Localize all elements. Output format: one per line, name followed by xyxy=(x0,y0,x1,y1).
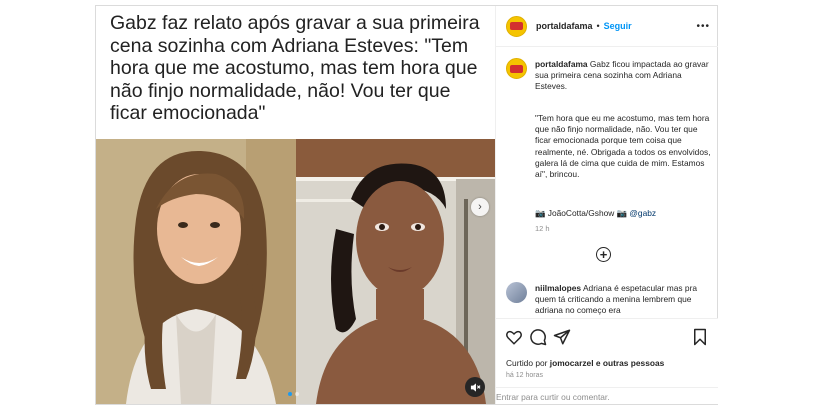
caption-quote: "Tem hora que eu me acostumo, mas tem ho… xyxy=(535,113,711,180)
plus-circle-icon: + xyxy=(599,247,608,262)
speaker-muted-icon xyxy=(470,382,480,392)
post-side-panel: portaldafama • Seguir ••• portaldafama G… xyxy=(495,6,718,404)
post-actions: Curtido por jomocarzel e outras pessoas … xyxy=(496,318,718,404)
more-options-icon[interactable]: ••• xyxy=(696,21,710,32)
header-username[interactable]: portaldafama xyxy=(536,21,593,31)
commenter-avatar[interactable] xyxy=(506,282,527,303)
caption-avatar[interactable] xyxy=(506,58,527,79)
carousel-next-button[interactable]: › xyxy=(471,198,489,216)
bookmark-icon[interactable] xyxy=(691,328,709,346)
liked-user-link[interactable]: jomocarzel xyxy=(550,358,594,368)
carousel-dot xyxy=(295,392,299,396)
load-more-comments-button[interactable]: + xyxy=(596,247,611,262)
credit-text: 📷 JoãoCotta/Gshow 📷 xyxy=(535,208,628,218)
liked-by-text: Curtido por jomocarzel e outras pessoas xyxy=(506,358,664,368)
post-header: portaldafama • Seguir ••• xyxy=(496,6,718,47)
audio-toggle-button[interactable] xyxy=(465,377,485,397)
liked-others-link[interactable]: e outras pessoas xyxy=(596,358,664,368)
header-separator: • xyxy=(596,21,600,31)
portrait-illustration-left xyxy=(96,139,296,404)
post-timestamp: há 12 horas xyxy=(506,372,543,379)
caption-text: portaldafama Gabz ficou impactada ao gra… xyxy=(535,59,711,93)
comment-bubble-icon[interactable] xyxy=(529,328,547,346)
photo-adriana-esteves xyxy=(96,139,296,404)
chevron-right-icon: › xyxy=(478,201,482,213)
caption-username[interactable]: portaldafama xyxy=(535,59,588,69)
caption-credit: 📷 JoãoCotta/Gshow 📷 @gabz xyxy=(535,208,711,219)
carousel-dot-active xyxy=(288,392,292,396)
photo-gabz-selfie xyxy=(296,139,495,404)
instagram-post: Gabz faz relato após gravar a sua primei… xyxy=(95,5,718,405)
commenter-username[interactable]: niilmalopes xyxy=(535,283,581,293)
caption-timestamp: 12 h xyxy=(535,224,550,233)
liked-prefix: Curtido por xyxy=(506,358,548,368)
portrait-illustration-right xyxy=(296,139,495,404)
follow-button[interactable]: Seguir xyxy=(604,21,632,31)
logo-icon xyxy=(510,64,523,73)
mention-link[interactable]: @gabz xyxy=(629,208,656,218)
paper-plane-icon[interactable] xyxy=(553,328,571,346)
comment-text: niilmalopes Adriana é espetacular mas pr… xyxy=(535,283,715,317)
post-media[interactable]: Gabz faz relato após gravar a sua primei… xyxy=(96,6,495,404)
avatar[interactable] xyxy=(506,15,527,37)
media-headline: Gabz faz relato após gravar a sua primei… xyxy=(110,12,480,124)
comment-bar xyxy=(496,387,718,405)
heart-icon[interactable] xyxy=(505,328,523,346)
logo-icon xyxy=(510,22,523,30)
comment-input[interactable] xyxy=(496,391,696,402)
carousel-indicator xyxy=(288,392,299,396)
